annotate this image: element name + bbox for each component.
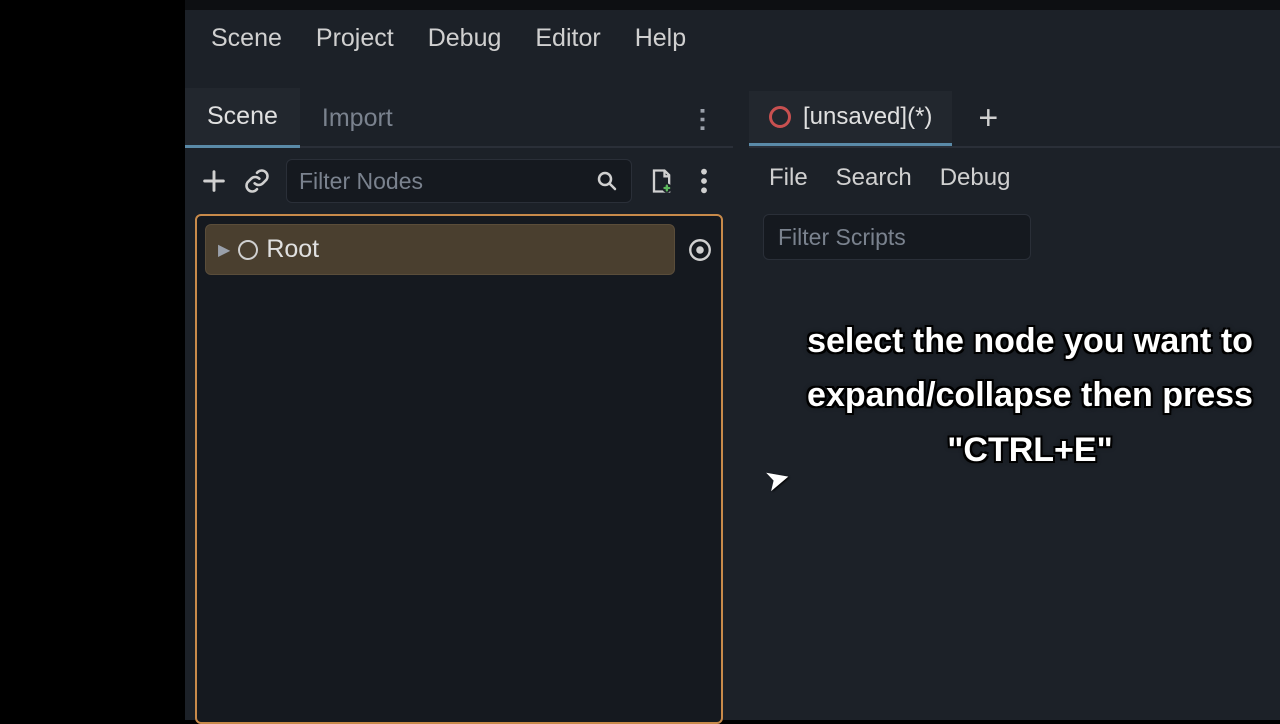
- dock-options-icon[interactable]: ⋯: [688, 106, 719, 130]
- filter-nodes-input[interactable]: [286, 159, 632, 203]
- menu-help[interactable]: Help: [635, 24, 686, 53]
- attach-script-button[interactable]: [646, 163, 676, 199]
- script-tab-label: [unsaved](*): [803, 103, 932, 131]
- script-menu-debug[interactable]: Debug: [940, 164, 1011, 192]
- script-status-icon: [769, 106, 791, 128]
- script-tab-unsaved[interactable]: [unsaved](*): [749, 91, 952, 146]
- menu-debug[interactable]: Debug: [428, 24, 502, 53]
- script-menu-bar: File Search Debug: [749, 148, 1280, 208]
- menu-project[interactable]: Project: [316, 24, 394, 53]
- tree-node-root[interactable]: ▶ Root: [205, 224, 675, 275]
- scene-toolbar: [185, 148, 733, 214]
- node-icon: [238, 240, 258, 260]
- scene-more-icon[interactable]: [690, 163, 720, 199]
- node-label: Root: [266, 235, 662, 264]
- overlay-caption: select the node you want to expand/colla…: [800, 314, 1260, 477]
- script-menu-search[interactable]: Search: [836, 164, 912, 192]
- add-node-button[interactable]: [199, 163, 229, 199]
- link-node-button[interactable]: [243, 163, 273, 199]
- search-icon: [595, 169, 619, 193]
- scene-dock: Scene Import ⋯ ▶: [185, 90, 733, 720]
- chevron-right-icon[interactable]: ▶: [218, 240, 230, 260]
- tab-import[interactable]: Import: [300, 90, 415, 147]
- filter-scripts-field[interactable]: [778, 224, 1074, 251]
- script-menu-file[interactable]: File: [769, 164, 808, 192]
- titlebar: [185, 0, 1280, 10]
- filter-nodes-field[interactable]: [299, 168, 595, 195]
- add-script-tab-button[interactable]: +: [960, 99, 1016, 138]
- scene-dock-tabs: Scene Import ⋯: [185, 90, 733, 148]
- visibility-toggle-icon[interactable]: [687, 237, 713, 263]
- tab-scene[interactable]: Scene: [185, 88, 300, 148]
- menu-editor[interactable]: Editor: [535, 24, 600, 53]
- scene-tree[interactable]: ▶ Root: [195, 214, 723, 724]
- filter-scripts-input[interactable]: [763, 214, 1031, 260]
- menu-scene[interactable]: Scene: [211, 24, 282, 53]
- main-menu-bar: Scene Project Debug Editor Help: [185, 10, 1280, 71]
- script-tabs: [unsaved](*) +: [749, 90, 1280, 148]
